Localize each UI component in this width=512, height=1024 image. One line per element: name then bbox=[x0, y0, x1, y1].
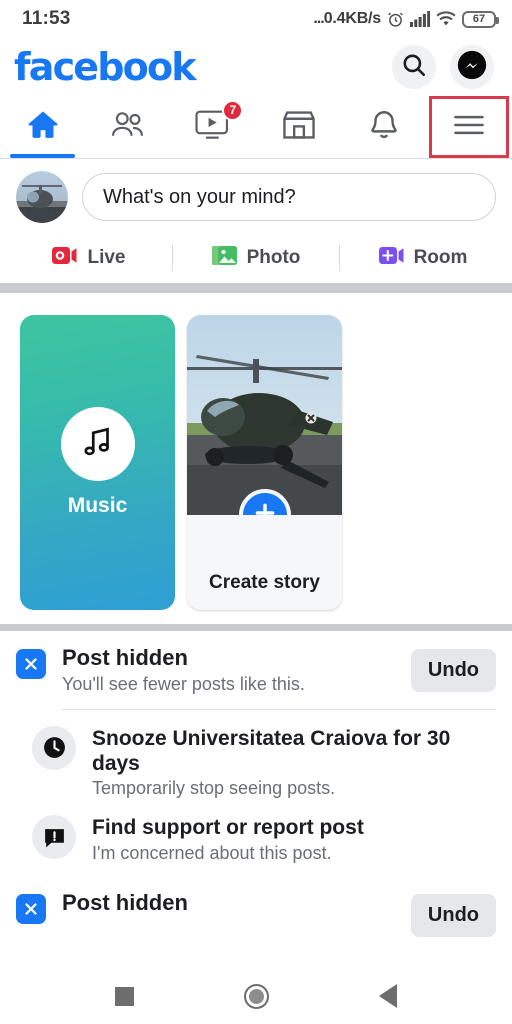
section-divider-top bbox=[0, 283, 512, 293]
whats-on-your-mind-input[interactable]: What's on your mind? bbox=[82, 173, 496, 221]
live-video-icon bbox=[52, 246, 78, 271]
speed-value: 0.4KB/s bbox=[323, 10, 381, 27]
plus-icon bbox=[252, 500, 278, 515]
wifi-icon bbox=[436, 11, 456, 27]
section-divider-stories bbox=[0, 624, 512, 631]
room-label: Room bbox=[413, 247, 468, 268]
android-navigation-bar bbox=[0, 968, 512, 1024]
snooze-title: Snooze Universitatea Craiova for 30 days bbox=[92, 726, 451, 776]
x-close-icon bbox=[16, 649, 46, 679]
status-indicators: ...0.4KB/s 67 bbox=[313, 10, 499, 28]
active-tab-underline bbox=[10, 154, 76, 158]
post-hidden-row: Post hidden You'll see fewer posts like … bbox=[16, 645, 496, 695]
post-hidden-card: Post hidden You'll see fewer posts like … bbox=[0, 631, 512, 937]
sidebar-item-watch[interactable]: 7 bbox=[171, 96, 256, 158]
report-flag-icon bbox=[32, 815, 76, 860]
messenger-icon bbox=[455, 48, 489, 87]
stories-tray: Music Create story bbox=[0, 293, 512, 624]
status-time: 11:53 bbox=[22, 8, 71, 29]
create-story-photo bbox=[187, 315, 342, 515]
battery-level: 67 bbox=[472, 13, 486, 25]
square-recents-icon[interactable] bbox=[115, 986, 134, 1006]
home-icon bbox=[25, 107, 61, 148]
room-video-icon bbox=[378, 246, 405, 271]
room-button[interactable]: Room bbox=[340, 246, 506, 271]
header-actions bbox=[392, 45, 494, 89]
sidebar-item-home[interactable] bbox=[0, 96, 85, 158]
search-button[interactable] bbox=[392, 45, 436, 89]
composer-actions: Live Photo Room bbox=[0, 233, 512, 283]
undo-button[interactable]: Undo bbox=[410, 649, 496, 692]
watch-badge: 7 bbox=[222, 99, 244, 121]
sidebar-item-menu[interactable] bbox=[427, 96, 512, 158]
sidebar-item-friends[interactable] bbox=[85, 96, 170, 158]
photo-button[interactable]: Photo bbox=[173, 245, 339, 272]
battery-indicator: 67 bbox=[462, 10, 499, 28]
story-card-create[interactable]: Create story bbox=[187, 315, 342, 610]
search-icon bbox=[401, 52, 427, 83]
hamburger-menu-icon bbox=[452, 112, 486, 143]
post-composer: What's on your mind? bbox=[0, 159, 512, 233]
menu-highlight-box bbox=[429, 96, 510, 158]
snooze-subtitle: Temporarily stop seeing posts. bbox=[92, 778, 336, 799]
composer-placeholder: What's on your mind? bbox=[103, 185, 296, 208]
circle-home-icon[interactable] bbox=[244, 983, 269, 1009]
facebook-logo: facebook bbox=[14, 45, 197, 89]
live-label: Live bbox=[87, 247, 126, 268]
messenger-button[interactable] bbox=[450, 45, 494, 89]
sidebar-item-marketplace[interactable] bbox=[256, 96, 341, 158]
report-subtitle: I'm concerned about this post. bbox=[92, 842, 332, 863]
app-header: facebook bbox=[0, 38, 512, 96]
photo-label: Photo bbox=[246, 247, 301, 268]
post-hidden-texts-2: Post hidden bbox=[62, 890, 395, 916]
triangle-back-icon[interactable] bbox=[379, 984, 397, 1008]
report-title: Find support or report post bbox=[92, 816, 364, 840]
post-hidden-row-2: Post hidden Undo bbox=[16, 890, 496, 937]
story-card-music[interactable]: Music bbox=[20, 315, 175, 610]
clock-icon bbox=[32, 725, 76, 770]
marketplace-icon bbox=[281, 108, 317, 147]
signal-bars-icon bbox=[410, 11, 430, 27]
create-story-label: Create story bbox=[209, 572, 320, 593]
main-tab-bar: 7 bbox=[0, 96, 512, 158]
x-close-icon-2 bbox=[16, 893, 46, 924]
photo-icon bbox=[211, 245, 238, 272]
sidebar-item-notifications[interactable] bbox=[341, 96, 426, 158]
post-hidden-title: Post hidden bbox=[62, 645, 188, 670]
network-speed-text: ...0.4KB/s bbox=[313, 10, 381, 28]
snooze-option[interactable]: Snooze Universitatea Craiova for 30 days… bbox=[16, 710, 496, 799]
story-music-label: Music bbox=[67, 494, 128, 517]
undo-button-2[interactable]: Undo bbox=[410, 893, 496, 937]
music-icon-circle bbox=[60, 407, 135, 481]
report-option[interactable]: Find support or report post I'm concerne… bbox=[16, 799, 496, 863]
video-play-icon: 7 bbox=[194, 99, 244, 147]
alarm-clock-icon bbox=[387, 11, 404, 28]
post-hidden-texts: Post hidden You'll see fewer posts like … bbox=[62, 645, 395, 695]
live-button[interactable]: Live bbox=[6, 246, 172, 271]
android-status-bar: 11:53 ...0.4KB/s 67 bbox=[0, 0, 512, 38]
post-hidden-subtitle: You'll see fewer posts like this. bbox=[62, 673, 305, 694]
snooze-texts: Snooze Universitatea Craiova for 30 days… bbox=[92, 726, 480, 799]
facebook-app-screen: 11:53 ...0.4KB/s 67 facebook 7 What's on… bbox=[0, 0, 512, 1024]
friends-icon bbox=[109, 108, 147, 147]
speed-dots: ... bbox=[313, 10, 324, 27]
post-hidden-title-2: Post hidden bbox=[62, 889, 188, 915]
user-avatar[interactable] bbox=[16, 171, 68, 223]
music-note-icon bbox=[79, 423, 117, 466]
bell-icon bbox=[367, 108, 401, 147]
report-texts: Find support or report post I'm concerne… bbox=[92, 815, 364, 863]
bottom-clip bbox=[0, 958, 512, 968]
